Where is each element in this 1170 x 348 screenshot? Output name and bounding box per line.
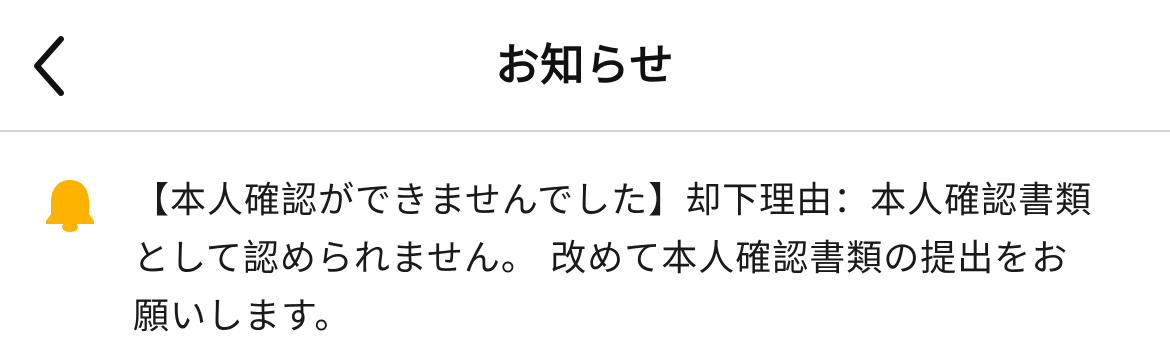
- page-title: お知らせ: [495, 40, 675, 91]
- bell-icon: [46, 180, 94, 232]
- notification-message: 【本人確認ができませんでした】却下理由：本人確認書類として認められません。 改め…: [133, 180, 1093, 337]
- app-header: お知らせ: [0, 0, 1170, 132]
- notification-item[interactable]: 【本人確認ができませんでした】却下理由：本人確認書類として認められません。 改め…: [0, 132, 1170, 348]
